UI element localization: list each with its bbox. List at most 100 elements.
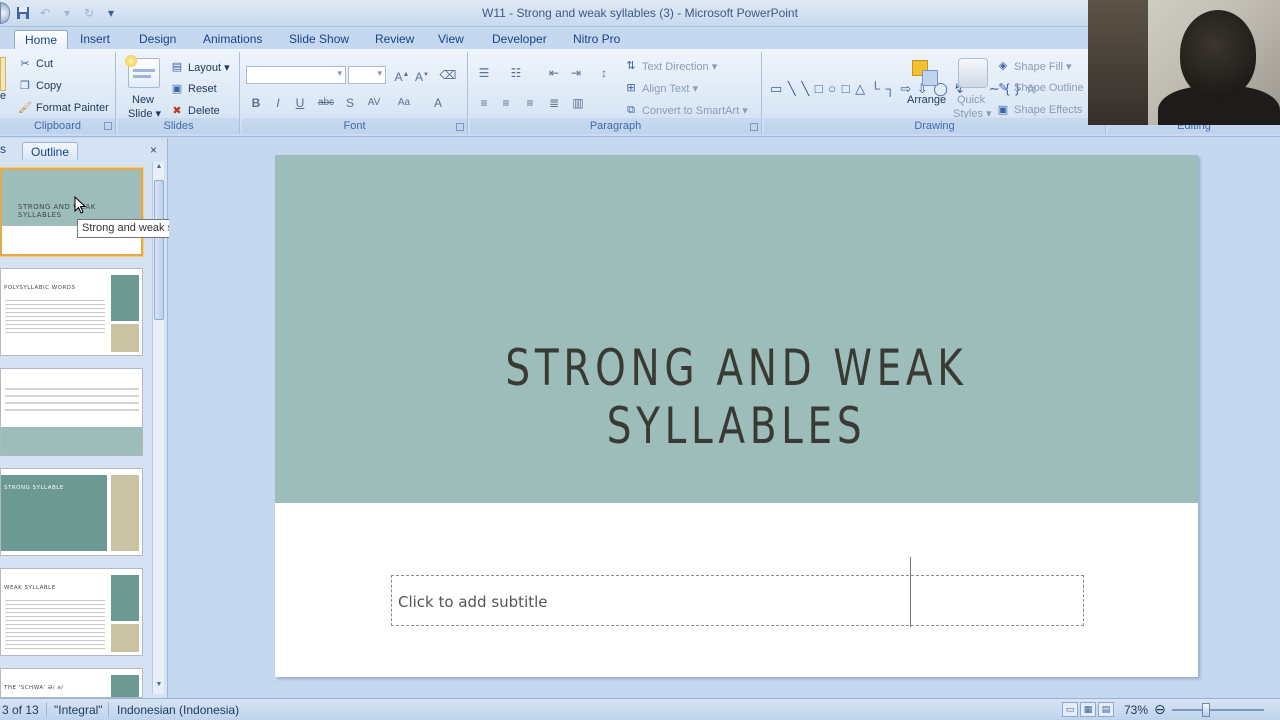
scroll-down-icon[interactable]: ▼ [154,681,164,693]
webcam-overlay [1088,0,1280,125]
bullets-icon[interactable]: ☰ [474,64,494,82]
slide-thumbnail-6[interactable]: THE 'SCHWA' Ə/ ə/ [0,668,143,698]
drawing-group-label: Drawing [764,118,1105,134]
arrange-icon[interactable] [910,58,940,88]
justify-icon[interactable]: ≣ [544,94,564,112]
reset-button[interactable]: ▣ Reset [170,82,217,96]
tab-slide-show[interactable]: Slide Show [289,30,349,49]
align-text-button[interactable]: ⊞ Align Text ▾ [624,81,698,95]
line-spacing-icon[interactable]: ↕ [594,64,614,82]
tab-outline[interactable]: Outline [22,142,79,160]
format-painter-button[interactable]: 🖌 Format Painter [18,101,109,115]
tab-view[interactable]: View [438,30,464,49]
scrollbar-thumb[interactable] [154,180,164,320]
language-indicator[interactable]: Indonesian (Indonesia) [117,703,239,717]
zoom-slider[interactable] [1172,709,1264,711]
zoom-out-icon[interactable]: ⊖ [1154,701,1166,718]
strikethrough-icon[interactable]: abc [316,94,336,112]
font-group-label: Font [242,118,467,134]
italic-icon[interactable]: I [268,94,288,112]
mouse-pointer-icon [74,196,86,214]
columns-icon[interactable]: ▥ [568,94,588,112]
tab-developer[interactable]: Developer [492,30,547,49]
bold-icon[interactable]: B [246,94,266,112]
thumbnail-title: STRONG SYLLABLE [4,485,64,491]
paste-label: e [0,90,7,102]
slides-pane-scrollbar[interactable]: ▲ ▼ [152,162,164,694]
tab-nitro-pro[interactable]: Nitro Pro [573,30,620,49]
font-color-icon[interactable]: A [428,94,448,112]
delete-icon: ✖ [172,105,182,117]
tab-insert[interactable]: Insert [80,30,110,49]
change-case-icon[interactable]: Aa [394,94,414,112]
tab-design[interactable]: Design [139,30,176,49]
scroll-up-icon[interactable]: ▲ [154,163,164,175]
shapes-gallery[interactable]: ▭ ╲ ╲ □ ○ □ △ └ ┐ ⇨ ⇩ ◯ ↯ ⌒ ∼ { } ☆ [770,60,1037,114]
shape-fill-button[interactable]: ◈ Shape Fill ▾ [996,59,1072,73]
new-slide-label[interactable]: New [132,94,154,106]
arrange-label[interactable]: Arrange [907,94,946,106]
slide-title[interactable]: STRONG AND WEAK SYLLABLES [377,339,1097,455]
delete-button[interactable]: ✖ Delete [170,104,219,118]
brush-icon: 🖌 [18,102,32,114]
pen-icon: ✎ [998,82,1008,94]
tab-slides[interactable]: s [0,142,6,160]
tab-home[interactable]: Home [14,30,69,49]
scissors-icon: ✂ [20,58,30,70]
numbering-icon[interactable]: ☷ [506,64,526,82]
new-slide-icon[interactable] [125,55,160,88]
paragraph-launcher-icon[interactable] [750,123,758,131]
paragraph-group-label: Paragraph [470,118,761,134]
underline-icon[interactable]: U [290,94,310,112]
copy-icon: ❐ [20,80,30,92]
status-bar: 3 of 13 "Integral" Indonesian (Indonesia… [0,698,1280,720]
shrink-font-icon[interactable]: A▼ [412,66,432,84]
character-spacing-icon[interactable]: AV [364,94,384,112]
shadow-icon[interactable]: S [340,94,360,112]
thumbnail-title: POLYSYLLABIC WORDS [4,285,76,291]
paragraph-group: ☰ ☷ ⇤ ⇥ ↕ ≡ ≡ ≡ ≣ ▥ ⇅ Text Direction ▾ ⊞ A… [470,52,762,134]
clear-formatting-icon[interactable]: ⌫ [438,66,458,84]
increase-indent-icon[interactable]: ⇥ [566,64,586,82]
quick-styles-icon[interactable] [958,58,988,88]
slide-sorter-icon[interactable]: ▦ [1080,702,1096,717]
text-direction-button[interactable]: ⇅ Text Direction ▾ [624,59,717,73]
theme-name: "Integral" [54,703,103,717]
shape-outline-button[interactable]: ✎ Shape Outline [996,81,1083,95]
layout-button[interactable]: ▤ Layout ▾ [170,60,230,74]
normal-view-icon[interactable]: ▭ [1062,702,1078,717]
align-left-icon[interactable]: ≡ [474,94,494,112]
quick-styles-label[interactable]: Quick [957,94,985,106]
convert-smartart-button[interactable]: ⧉ Convert to SmartArt ▾ [624,103,748,117]
slide-canvas[interactable]: STRONG AND WEAK SYLLABLES Click to add s… [275,155,1198,677]
zoom-level[interactable]: 73% [1124,703,1148,717]
slide-thumbnail-4[interactable]: STRONG SYLLABLE [0,468,143,556]
drawing-group: ▭ ╲ ╲ □ ○ □ △ └ ┐ ⇨ ⇩ ◯ ↯ ⌒ ∼ { } ☆ Arra… [764,52,1106,134]
slide-thumbnail-5[interactable]: WEAK SYLLABLE [0,568,143,656]
decrease-indent-icon[interactable]: ⇤ [544,64,564,82]
clipboard-launcher-icon[interactable] [104,122,112,130]
slide-thumbnail-3[interactable] [0,368,143,456]
font-launcher-icon[interactable] [456,123,464,131]
align-right-icon[interactable]: ≡ [520,94,540,112]
shape-effects-button[interactable]: ▣ Shape Effects [996,103,1083,117]
grow-font-icon[interactable]: A▲ [392,66,412,84]
copy-button[interactable]: ❐ Copy [18,79,62,93]
font-size-combo[interactable] [348,66,386,84]
cut-button[interactable]: ✂ Cut [18,57,53,71]
paste-button[interactable] [0,57,6,91]
close-icon[interactable]: × [150,143,157,161]
zoom-slider-knob[interactable] [1202,703,1210,717]
slide-thumbnail-1[interactable]: STRONG AND WEAK SYLLABLES [0,168,143,256]
slides-group: New Slide ▾ ▤ Layout ▾ ▣ Reset ✖ Delete Sli… [118,52,240,134]
text-direction-icon: ⇅ [626,60,636,72]
paint-bucket-icon: ◈ [998,60,1008,72]
tab-review[interactable]: Review [375,30,414,49]
slide-show-icon[interactable]: ▤ [1098,702,1114,717]
subtitle-placeholder[interactable]: Click to add subtitle [391,575,1084,626]
slides-group-label: Slides [118,118,239,134]
align-center-icon[interactable]: ≡ [496,94,516,112]
font-name-combo[interactable] [246,66,346,84]
slide-thumbnail-2[interactable]: POLYSYLLABIC WORDS [0,268,143,356]
tab-animations[interactable]: Animations [203,30,262,49]
